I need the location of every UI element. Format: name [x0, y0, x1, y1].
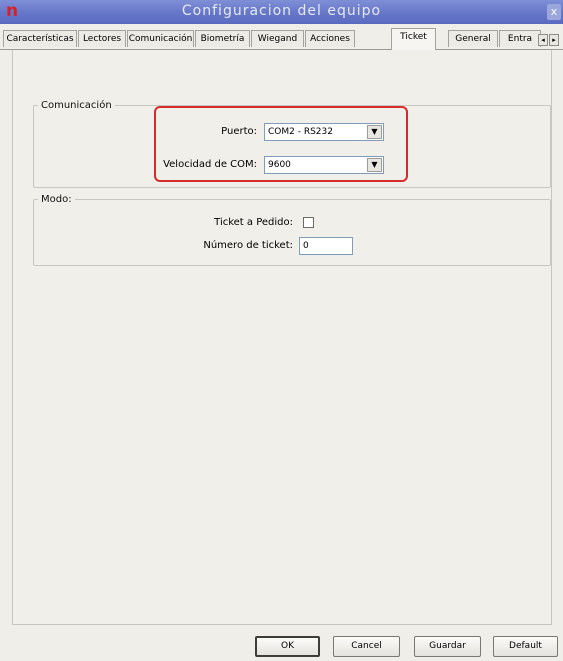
puerto-select[interactable]: COM2 - RS232 ▼ — [264, 123, 384, 141]
tab-scroll-right-icon[interactable]: ▸ — [549, 34, 559, 46]
ok-button[interactable]: OK — [255, 636, 320, 657]
modo-group: Modo: — [33, 194, 551, 266]
guardar-button[interactable]: Guardar — [414, 636, 481, 657]
tab-ticket[interactable]: Ticket — [391, 28, 436, 50]
tab-lectores[interactable]: Lectores — [78, 30, 126, 47]
tab-strip: Características Lectores Comunicación Bi… — [0, 24, 563, 50]
tab-comunicacion[interactable]: Comunicación — [127, 30, 194, 47]
modo-legend: Modo: — [41, 194, 72, 205]
numero-ticket-label: Número de ticket: — [203, 240, 293, 251]
tab-scroll-left-icon[interactable]: ◂ — [538, 34, 548, 46]
window-title: Configuracion del equipo — [181, 3, 382, 19]
tab-caracteristicas[interactable]: Características — [3, 30, 77, 47]
tab-entradas[interactable]: Entra — [499, 30, 541, 47]
comunicacion-legend: Comunicación — [41, 100, 112, 111]
chevron-down-icon[interactable]: ▼ — [367, 158, 382, 172]
ticket-pedido-checkbox[interactable] — [303, 217, 314, 228]
tab-general[interactable]: General — [448, 30, 498, 47]
velocidad-value: 9600 — [268, 160, 291, 170]
default-button[interactable]: Default — [493, 636, 558, 657]
close-button[interactable]: x — [547, 4, 561, 20]
velocidad-label: Velocidad de COM: — [163, 159, 257, 170]
cancel-button[interactable]: Cancel — [333, 636, 400, 657]
ticket-pedido-label: Ticket a Pedido: — [214, 217, 293, 228]
chevron-down-icon[interactable]: ▼ — [367, 125, 382, 139]
puerto-value: COM2 - RS232 — [268, 127, 333, 137]
velocidad-select[interactable]: 9600 ▼ — [264, 156, 384, 174]
numero-ticket-input[interactable]: 0 — [299, 237, 353, 255]
comunicacion-group: Comunicación — [33, 100, 551, 188]
tab-biometria[interactable]: Biometría — [195, 30, 250, 47]
puerto-label: Puerto: — [221, 126, 257, 137]
tab-acciones[interactable]: Acciones — [305, 30, 355, 47]
numero-ticket-value: 0 — [303, 241, 309, 251]
tab-wiegand[interactable]: Wiegand — [251, 30, 304, 47]
title-bar: n Configuracion del equipo x — [0, 0, 563, 24]
ticket-panel: Comunicación Puerto: COM2 - RS232 ▼ Velo… — [12, 50, 552, 625]
